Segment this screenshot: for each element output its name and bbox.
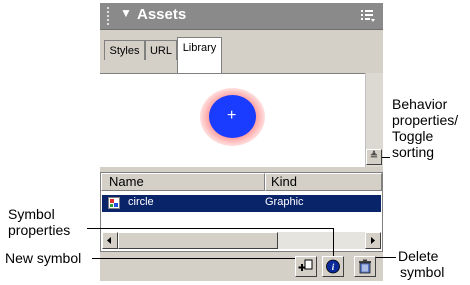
callout-behavior-properties: Behavior properties/ Toggle sorting bbox=[392, 96, 458, 160]
symbol-properties-icon: i bbox=[326, 259, 340, 274]
new-symbol-button[interactable] bbox=[295, 256, 317, 277]
callout-text: Delete bbox=[398, 248, 439, 264]
toggle-sort-button[interactable]: ≜ bbox=[366, 149, 382, 165]
callout-symbol-properties: Symbol properties bbox=[8, 206, 70, 238]
list-item-name: circle bbox=[128, 196, 154, 208]
delete-symbol-button[interactable] bbox=[354, 256, 376, 277]
callout-line bbox=[333, 228, 334, 256]
callout-delete-symbol: Delete symbol bbox=[398, 248, 444, 280]
scroll-left-button[interactable] bbox=[102, 232, 118, 249]
scroll-thumb[interactable] bbox=[118, 232, 278, 249]
graphic-symbol-icon bbox=[108, 197, 120, 209]
column-header-kind[interactable]: Kind bbox=[265, 173, 382, 191]
tab-library[interactable]: Library bbox=[177, 37, 222, 73]
callout-text: properties/ bbox=[392, 112, 459, 128]
callout-line bbox=[376, 257, 396, 258]
toggle-sort-icon: ≜ bbox=[369, 151, 379, 162]
column-header-name[interactable]: Name bbox=[101, 173, 265, 191]
symbol-properties-button[interactable]: i bbox=[322, 256, 344, 277]
gripper-icon[interactable] bbox=[106, 6, 110, 26]
options-menu-icon[interactable] bbox=[360, 9, 376, 23]
callout-text: Toggle bbox=[392, 128, 434, 144]
callout-text: symbol bbox=[400, 264, 445, 280]
collapse-arrow-icon[interactable]: ▼ bbox=[120, 6, 132, 20]
scroll-right-icon bbox=[371, 237, 375, 244]
horizontal-scrollbar[interactable] bbox=[102, 232, 381, 249]
new-symbol-icon bbox=[298, 259, 313, 271]
list-item-kind: Graphic bbox=[265, 196, 304, 208]
tab-strip bbox=[100, 60, 383, 74]
scroll-right-button[interactable] bbox=[365, 232, 381, 249]
tab-url[interactable]: URL bbox=[145, 40, 177, 60]
list-item[interactable]: circle Graphic bbox=[102, 195, 381, 212]
callout-new-symbol: New symbol bbox=[5, 250, 82, 266]
callout-text: sorting bbox=[392, 144, 435, 160]
symbol-preview: + bbox=[100, 73, 365, 167]
callout-text: properties bbox=[8, 222, 71, 238]
scroll-left-icon bbox=[107, 237, 111, 244]
panel-title: Assets bbox=[137, 6, 187, 23]
assets-panel: ▼ Assets Styles URL Library + ≜ Name Kin… bbox=[100, 3, 383, 281]
registration-point-icon: + bbox=[227, 107, 237, 124]
trash-icon bbox=[359, 259, 371, 274]
panel-titlebar[interactable]: ▼ Assets bbox=[100, 3, 383, 30]
callout-line bbox=[92, 258, 295, 259]
callout-line bbox=[87, 228, 333, 229]
callout-text: Symbol bbox=[8, 206, 55, 222]
symbol-list: Name Kind circle Graphic bbox=[100, 172, 383, 252]
callout-line bbox=[382, 157, 390, 158]
tab-styles[interactable]: Styles bbox=[104, 40, 145, 60]
callout-text: Behavior bbox=[392, 96, 448, 112]
